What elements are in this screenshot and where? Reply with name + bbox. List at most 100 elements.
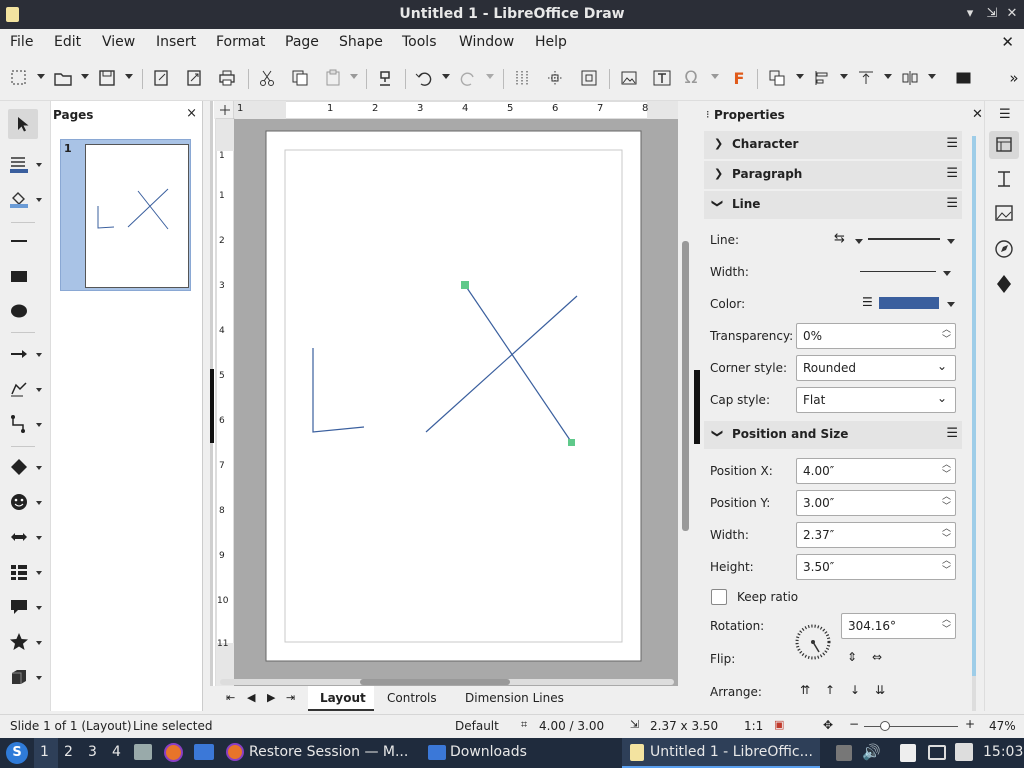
position-x-spinner[interactable]: ︿ ﹀ xyxy=(942,460,951,480)
line-style-dropdown-arrow[interactable] xyxy=(947,239,955,244)
more-tools-icon[interactable]: » xyxy=(1003,67,1024,89)
menu-help[interactable]: Help xyxy=(535,34,567,50)
lines-arrows-icon[interactable] xyxy=(8,343,30,365)
arrow-style-dropdown-arrow[interactable] xyxy=(855,239,863,244)
curves-polygons-icon[interactable] xyxy=(8,378,30,400)
special-character-dropdown-arrow[interactable] xyxy=(711,74,719,79)
undo-icon[interactable] xyxy=(413,67,435,89)
tray-app-icon[interactable] xyxy=(836,745,852,761)
line-color-swatch[interactable] xyxy=(879,297,939,309)
transformations-dropdown-arrow[interactable] xyxy=(796,74,804,79)
fit-slide-icon[interactable]: ✥ xyxy=(823,718,833,732)
arrange-dropdown-arrow[interactable] xyxy=(884,74,892,79)
position-x-field[interactable]: 4.00″ ︿ ﹀ xyxy=(796,458,956,484)
last-page-icon[interactable]: ⇥ xyxy=(286,691,295,704)
section-position-size[interactable]: ❯ Position and Size ☰ xyxy=(704,421,962,449)
position-y-field[interactable]: 3.00″ ︿ ﹀ xyxy=(796,490,956,516)
callouts-icon[interactable] xyxy=(8,596,30,618)
section-line[interactable]: ❯ Line ☰ xyxy=(704,191,962,219)
symbol-shapes-icon[interactable] xyxy=(8,491,30,513)
section-paragraph[interactable]: ❯ Paragraph ☰ xyxy=(704,161,962,189)
menu-insert[interactable]: Insert xyxy=(156,34,196,50)
properties-close-icon[interactable]: ✕ xyxy=(972,107,983,122)
firefox-launcher-icon[interactable] xyxy=(164,743,183,762)
paste-dropdown-arrow[interactable] xyxy=(350,74,358,79)
redo-icon[interactable] xyxy=(457,67,479,89)
keep-ratio-checkbox[interactable] xyxy=(711,589,727,605)
align-objects-icon[interactable] xyxy=(811,67,833,89)
line-color-dropdown-arrow[interactable] xyxy=(36,163,42,167)
vertical-scroll-thumb[interactable] xyxy=(682,241,689,531)
transparency-spinner[interactable]: ︿ ﹀ xyxy=(942,325,951,345)
menu-window[interactable]: Window xyxy=(459,34,514,50)
new-dropdown-arrow[interactable] xyxy=(37,74,45,79)
desktop-launcher-icon[interactable] xyxy=(194,744,214,760)
shadow-icon[interactable] xyxy=(953,67,975,89)
menu-edit[interactable]: Edit xyxy=(54,34,81,50)
3d-objects-dropdown-arrow[interactable] xyxy=(36,676,42,680)
document-modified-icon[interactable]: ▣ xyxy=(774,718,784,731)
workspace-1[interactable]: 1 xyxy=(40,744,49,760)
color-picker-icon[interactable]: ☰ xyxy=(862,295,873,309)
bring-to-front-icon[interactable]: ⇈ xyxy=(800,683,810,697)
curves-dropdown-arrow[interactable] xyxy=(36,388,42,392)
menu-page[interactable]: Page xyxy=(285,34,319,50)
menu-tools[interactable]: Tools xyxy=(402,34,437,50)
start-menu-icon[interactable]: S xyxy=(6,742,28,764)
connectors-icon[interactable] xyxy=(8,413,30,435)
window-close-icon[interactable]: ✕ xyxy=(1004,5,1020,23)
menu-icon[interactable]: ☰ xyxy=(946,426,958,441)
flip-horizontal-icon[interactable]: ⇔ xyxy=(872,650,882,664)
flip-vertical-icon[interactable]: ⇕ xyxy=(847,650,857,664)
arrange-icon[interactable] xyxy=(855,67,877,89)
menu-format[interactable]: Format xyxy=(216,34,265,50)
section-character[interactable]: ❯ Character ☰ xyxy=(704,131,962,159)
new-document-icon[interactable] xyxy=(8,67,30,89)
restore-icon[interactable]: ⇲ xyxy=(984,5,1000,23)
basic-shapes-dropdown-arrow[interactable] xyxy=(36,466,42,470)
export-icon[interactable] xyxy=(150,67,172,89)
next-page-icon[interactable]: ▶ xyxy=(267,691,275,704)
flowchart-icon[interactable] xyxy=(8,561,30,583)
first-page-icon[interactable]: ⇤ xyxy=(226,691,235,704)
save-icon[interactable] xyxy=(96,67,118,89)
gallery-deck-icon[interactable] xyxy=(989,200,1019,228)
tab-dimension-lines[interactable]: Dimension Lines xyxy=(465,691,564,705)
volume-icon[interactable]: 🔊 xyxy=(862,743,881,761)
connectors-dropdown-arrow[interactable] xyxy=(36,423,42,427)
distribute-dropdown-arrow[interactable] xyxy=(928,74,936,79)
cap-style-select[interactable]: Flat ⌄ xyxy=(796,387,956,413)
ellipse-tool-icon[interactable] xyxy=(8,300,30,322)
network-icon[interactable] xyxy=(928,745,946,760)
zoom-level[interactable]: 47% xyxy=(989,719,1016,733)
height-field[interactable]: 3.50″ ︿ ﹀ xyxy=(796,554,956,580)
rotation-dial[interactable] xyxy=(794,623,832,661)
workspace-4[interactable]: 4 xyxy=(112,744,121,760)
menu-icon[interactable]: ☰ xyxy=(946,166,958,181)
position-y-spinner[interactable]: ︿ ﹀ xyxy=(942,492,951,512)
fontwork-icon[interactable]: F xyxy=(728,67,750,89)
menu-icon[interactable]: ☰ xyxy=(946,136,958,151)
select-tool-icon[interactable] xyxy=(8,109,38,139)
workspace-2[interactable]: 2 xyxy=(64,744,73,760)
zoom-page-icon[interactable] xyxy=(578,67,600,89)
line-width-dropdown-arrow[interactable] xyxy=(943,271,951,276)
helplines-icon[interactable] xyxy=(544,67,566,89)
zoom-slider-thumb[interactable] xyxy=(880,721,890,731)
send-to-back-icon[interactable]: ⇊ xyxy=(875,683,885,697)
previous-page-icon[interactable]: ◀ xyxy=(247,691,255,704)
workspace-3[interactable]: 3 xyxy=(88,744,97,760)
stars-dropdown-arrow[interactable] xyxy=(36,641,42,645)
line-tool-icon[interactable] xyxy=(8,230,30,252)
notifications-icon[interactable] xyxy=(955,743,973,761)
file-manager-launcher-icon[interactable] xyxy=(134,744,152,760)
shapes-deck-icon[interactable] xyxy=(989,270,1019,298)
open-dropdown-arrow[interactable] xyxy=(81,74,89,79)
paste-icon[interactable] xyxy=(322,67,344,89)
zoom-out-button[interactable]: − xyxy=(849,717,859,731)
menu-shape[interactable]: Shape xyxy=(339,34,383,50)
lines-arrows-dropdown-arrow[interactable] xyxy=(36,353,42,357)
insert-textbox-icon[interactable] xyxy=(651,67,673,89)
downloads-task[interactable]: Downloads xyxy=(450,744,527,760)
basic-shapes-icon[interactable] xyxy=(8,456,30,478)
